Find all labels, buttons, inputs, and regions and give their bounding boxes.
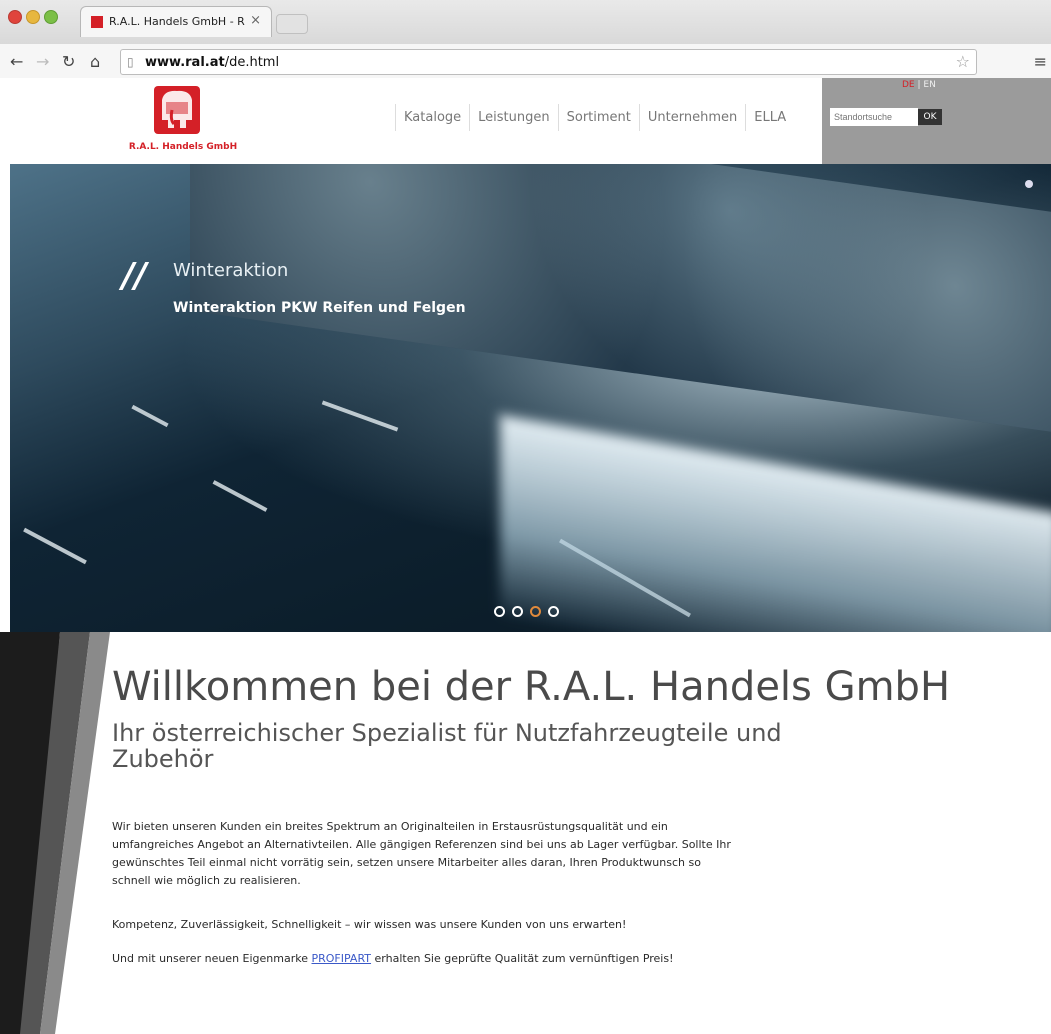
lane-marking: [321, 400, 399, 432]
truck-image: [500, 414, 1051, 632]
values-paragraph: Kompetenz, Zuverlässigkeit, Schnelligkei…: [112, 918, 627, 931]
home-icon[interactable]: ⌂: [90, 52, 100, 71]
hero-subtitle[interactable]: Winteraktion PKW Reifen und Felgen: [173, 300, 466, 316]
url-text: www.ral.at/de.html: [145, 55, 279, 70]
browser-menu-icon[interactable]: ≡: [1034, 52, 1047, 71]
profipart-link[interactable]: PROFIPART: [312, 952, 372, 965]
nav-item-leistungen[interactable]: Leistungen: [469, 104, 557, 131]
browser-tab-bar: R.A.L. Handels GmbH - R ×: [0, 0, 1051, 45]
lane-marking: [131, 404, 169, 428]
browser-tab[interactable]: R.A.L. Handels GmbH - R ×: [80, 6, 272, 37]
search-ok-button[interactable]: OK: [918, 109, 942, 125]
header-side-panel: DE | EN OK: [822, 78, 1051, 164]
site-logo[interactable]: R.A.L. Handels GmbH: [118, 84, 248, 156]
elephant-logo-icon: [154, 86, 200, 134]
nav-item-kataloge[interactable]: Kataloge: [395, 104, 469, 131]
lane-marking: [212, 480, 268, 512]
slider-dot-1[interactable]: [494, 606, 505, 617]
page-title: Willkommen bei der R.A.L. Handels GmbH: [112, 664, 951, 710]
hero-title: Winteraktion: [173, 260, 289, 281]
close-window-button[interactable]: [8, 10, 22, 24]
bookmark-star-icon[interactable]: ☆: [956, 52, 970, 71]
minimize-window-button[interactable]: [26, 10, 40, 24]
language-switcher: DE | EN: [902, 80, 936, 90]
new-tab-button[interactable]: [276, 14, 308, 34]
logo-text: R.A.L. Handels GmbH: [128, 142, 238, 152]
tab-close-icon[interactable]: ×: [250, 13, 261, 28]
back-arrow-icon[interactable]: ←: [10, 52, 23, 71]
address-bar[interactable]: ▯ www.ral.at/de.html ☆: [120, 49, 977, 75]
page-icon: ▯: [127, 55, 134, 69]
lang-de-link[interactable]: DE: [902, 80, 915, 90]
page-subtitle: Ihr österreichischer Spezialist für Nutz…: [112, 719, 782, 773]
browser-toolbar: ← → ↻ ⌂ ▯ www.ral.at/de.html ☆ ≡: [0, 44, 1051, 79]
brand-text-after: erhalten Sie geprüfte Qualität zum vernü…: [371, 952, 674, 965]
url-host: www.ral.at: [145, 55, 225, 70]
site-header: R.A.L. Handels GmbH Kataloge Leistungen …: [0, 78, 1051, 164]
favicon-icon: [91, 16, 103, 28]
slider-dots: [494, 606, 559, 617]
slider-dot-3[interactable]: [530, 606, 541, 617]
slash-quote-icon: //: [122, 256, 147, 296]
hero-slider: // Winteraktion Winteraktion PKW Reifen …: [10, 164, 1051, 632]
tab-title: R.A.L. Handels GmbH - R: [109, 15, 245, 28]
lang-en-link[interactable]: EN: [923, 80, 935, 90]
url-path: /de.html: [224, 55, 280, 70]
reload-icon[interactable]: ↻: [62, 52, 75, 71]
nav-item-ella[interactable]: ELLA: [745, 104, 794, 131]
zoom-window-button[interactable]: [44, 10, 58, 24]
slider-dot-4[interactable]: [548, 606, 559, 617]
lane-marking: [23, 527, 87, 565]
brand-paragraph: Und mit unserer neuen Eigenmarke PROFIPA…: [112, 950, 732, 968]
nav-item-sortiment[interactable]: Sortiment: [557, 104, 639, 131]
intro-paragraph: Wir bieten unseren Kunden ein breites Sp…: [112, 820, 731, 887]
main-nav: Kataloge Leistungen Sortiment Unternehme…: [395, 104, 794, 131]
decorative-stripes: [0, 632, 110, 1034]
nav-item-unternehmen[interactable]: Unternehmen: [638, 104, 745, 131]
brand-text-before: Und mit unserer neuen Eigenmarke: [112, 952, 312, 965]
forward-arrow-icon[interactable]: →: [36, 52, 49, 71]
location-search-input[interactable]: [830, 108, 918, 126]
slider-dot-2[interactable]: [512, 606, 523, 617]
hero-corner-dot: [1025, 180, 1033, 188]
